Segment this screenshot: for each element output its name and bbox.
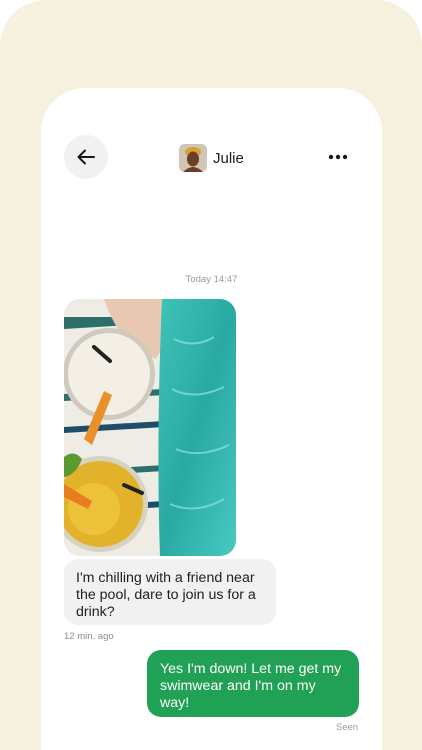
arrow-left-icon xyxy=(77,149,95,165)
seen-status: Seen xyxy=(336,722,359,733)
incoming-message[interactable]: I'm chilling with a friend near the pool… xyxy=(64,559,276,625)
contact-header[interactable]: Julie xyxy=(179,143,244,173)
pool-drinks-photo[interactable] xyxy=(64,299,236,556)
more-options-button[interactable] xyxy=(323,146,353,168)
chat-screen: Julie Today 14:47 I'm chilling with a fr… xyxy=(41,88,382,750)
avatar xyxy=(179,144,207,172)
conversation-timestamp: Today 14:47 xyxy=(185,274,238,285)
outgoing-message[interactable]: Yes I'm down! Let me get my swimwear and… xyxy=(147,650,359,717)
incoming-message-time: 12 min. ago xyxy=(64,631,114,642)
back-button[interactable] xyxy=(64,135,108,179)
contact-name: Julie xyxy=(213,149,244,167)
app-background: Julie Today 14:47 I'm chilling with a fr… xyxy=(0,0,422,750)
more-horizontal-icon xyxy=(328,154,348,160)
